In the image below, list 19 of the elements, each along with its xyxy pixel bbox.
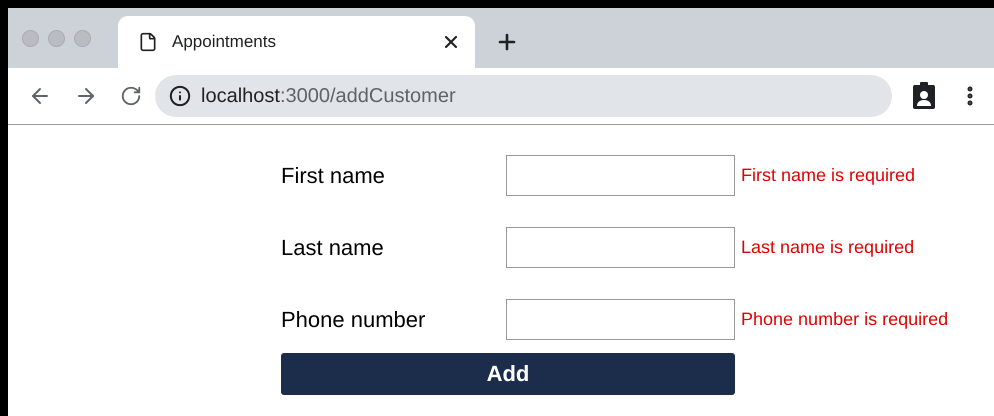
- field-label: Last name: [281, 234, 385, 260]
- url-host: localhost: [201, 84, 280, 108]
- document-icon: [138, 32, 158, 52]
- error-message: Phone number is required: [741, 309, 948, 330]
- tab-title: Appointments: [172, 32, 277, 52]
- error-message: First name is required: [741, 165, 916, 186]
- info-icon[interactable]: [169, 85, 191, 107]
- error-message: Last name is required: [741, 237, 914, 258]
- field-label: Phone number: [281, 306, 426, 332]
- address-bar[interactable]: localhost:3000/addCustomer: [155, 75, 892, 117]
- field-label: First name: [281, 162, 386, 188]
- url-path: :3000/addCustomer: [280, 84, 456, 108]
- input-field[interactable]: [506, 155, 735, 196]
- browser-tab[interactable]: Appointments: [118, 16, 475, 68]
- reload-icon[interactable]: [120, 85, 142, 107]
- input-field[interactable]: [506, 299, 735, 340]
- add-button[interactable]: Add: [281, 353, 735, 395]
- clipboard-person-icon[interactable]: [912, 82, 936, 110]
- input-field[interactable]: [506, 227, 735, 268]
